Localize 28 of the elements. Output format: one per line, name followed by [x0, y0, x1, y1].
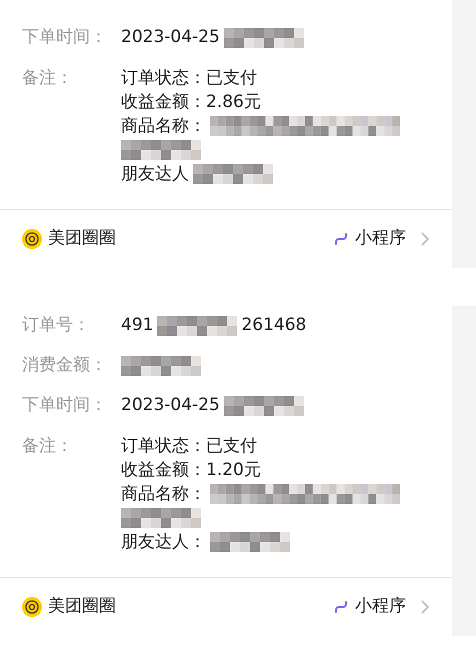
value-text: 朋友达人：	[121, 531, 206, 554]
field-label: 消费金额：	[22, 354, 108, 378]
field-label: 下单时间：	[22, 26, 108, 50]
source-logo-icon	[22, 597, 42, 617]
chevron-right-icon	[420, 599, 430, 615]
mini-program-link[interactable]: 小程序	[333, 594, 430, 620]
field-label: 备注：	[22, 435, 74, 458]
value-text: 订单状态：已支付	[121, 435, 257, 458]
value-text: 2023-04-25	[121, 26, 220, 50]
source-logo-icon	[22, 229, 42, 249]
source-name: 美团圈圈	[48, 595, 116, 618]
link-icon	[333, 599, 349, 615]
mini-program-link[interactable]: 小程序	[333, 226, 430, 252]
value-text: 2023-04-25	[121, 394, 220, 418]
source-name: 美团圈圈	[48, 227, 116, 250]
value-text: 491	[121, 314, 154, 338]
field-label: 下单时间：	[22, 394, 108, 418]
field-label: 订单号：	[22, 314, 91, 338]
field-label: 备注：	[22, 67, 74, 90]
value-text: 朋友达人	[121, 163, 189, 186]
value-text: 商品名称：	[121, 483, 206, 506]
value-text: 261468	[241, 314, 306, 338]
chevron-right-icon	[420, 231, 430, 247]
value-text: 收益金额：2.86元	[121, 91, 261, 114]
value-text: 订单状态：已支付	[121, 67, 257, 90]
link-icon	[333, 231, 349, 247]
value-text: 商品名称：	[121, 115, 206, 138]
value-text: 收益金额：1.20元	[121, 459, 261, 482]
